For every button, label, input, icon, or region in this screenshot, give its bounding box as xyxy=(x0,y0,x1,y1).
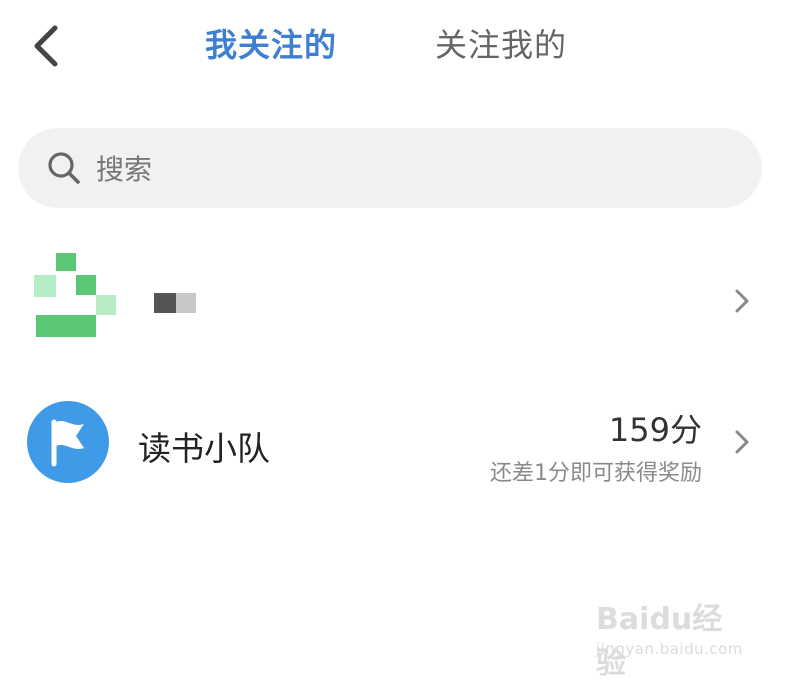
blurred-username xyxy=(154,293,198,313)
back-button[interactable] xyxy=(22,18,70,74)
list-item-user[interactable] xyxy=(0,245,786,355)
watermark-brand: Baidu经验 xyxy=(596,602,723,681)
tab-followers[interactable]: 关注我的 xyxy=(435,22,567,68)
top-nav-bar: 我关注的 关注我的 xyxy=(0,0,786,90)
reward-hint: 还差1分即可获得奖励 xyxy=(490,461,702,486)
team-score: 159分 xyxy=(608,411,702,449)
watermark: Baidu经验 jingyan.baidu.com xyxy=(596,594,746,681)
search-bar[interactable]: 搜索 xyxy=(18,128,762,208)
search-icon xyxy=(44,148,84,188)
team-name: 读书小队 xyxy=(138,429,270,468)
chevron-right-icon xyxy=(732,429,752,455)
flag-icon xyxy=(51,419,84,467)
team-avatar xyxy=(27,401,109,483)
chevron-left-icon xyxy=(34,25,58,67)
list-item-team[interactable]: 读书小队 159分 还差1分即可获得奖励 xyxy=(0,387,786,497)
search-placeholder: 搜索 xyxy=(96,153,153,186)
avatar xyxy=(34,251,118,337)
tab-following[interactable]: 我关注的 xyxy=(205,22,337,68)
watermark-url: jingyan.baidu.com xyxy=(596,640,743,658)
chevron-right-icon xyxy=(732,288,752,314)
